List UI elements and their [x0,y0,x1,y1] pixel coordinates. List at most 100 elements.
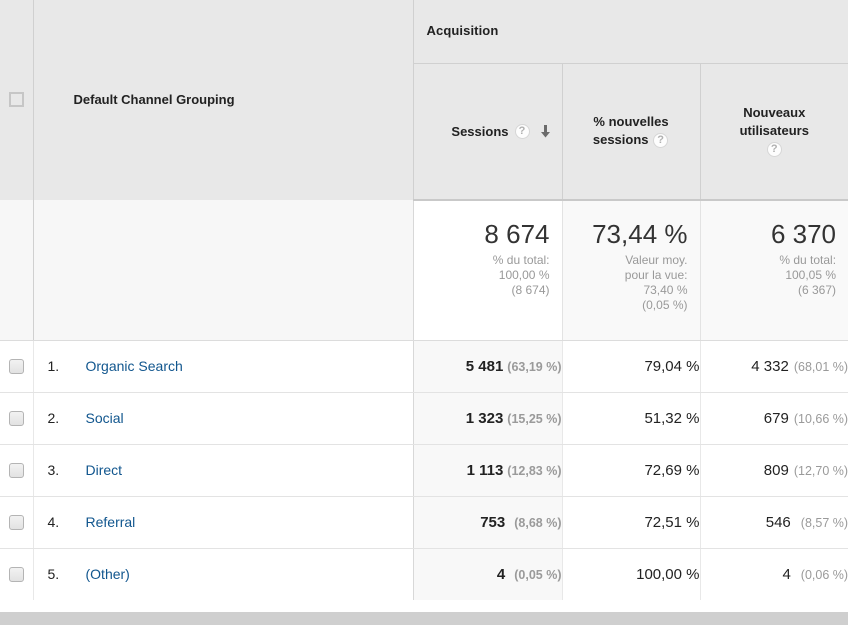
column-header-sessions-label: Sessions [451,123,509,139]
page-bottom-bar [0,612,848,625]
row-new-users-percent: (10,66 %) [793,411,848,426]
row-new-users-value: 546 [765,513,791,531]
row-new-users-value: 4 [782,565,791,583]
row-dimension-link[interactable]: Direct [86,462,123,478]
summary-new-sessions-sub2: pour la vue: [624,268,688,282]
column-header-new-users[interactable]: Nouveaux utilisateurs ? [700,63,848,201]
row-index: 1. [47,358,60,374]
row-dimension-cell: 1. Organic Search [33,340,414,393]
column-header-new-sessions-line1: % nouvelles [593,114,669,130]
summary-new-users-value: 6 370 [770,219,837,249]
channel-grouping-table: Default Channel Grouping Acquisition Ses… [0,0,848,601]
row-new-users-cell: 546 (8,57 %) [700,496,848,549]
column-header-new-users-line2: utilisateurs [739,123,809,139]
row-dimension-cell: 2. Social [33,392,414,445]
column-header-sessions[interactable]: Sessions ? [413,63,563,201]
row-sessions-value: 5 481 [465,357,504,375]
row-dimension-cell: 5. (Other) [33,548,414,601]
row-dimension-link[interactable]: Social [86,410,124,426]
row-checkbox-cell[interactable] [0,444,34,497]
checkbox-icon[interactable] [8,514,24,530]
row-new-sessions-cell: 100,00 % [562,548,701,601]
row-dimension-link[interactable]: Organic Search [86,358,183,374]
summary-new-sessions-cell: 73,44 % Valeur moy. pour la vue: 73,40 %… [562,200,701,341]
row-index: 3. [47,462,60,478]
row-checkbox-cell[interactable] [0,340,34,393]
table-group-header-row: Default Channel Grouping Acquisition [0,0,848,200]
summary-new-users-cell: 6 370 % du total: 100,05 % (6 367) [700,200,848,341]
row-sessions-cell: 5 481 (63,19 %) [413,340,563,393]
table-summary-row: 8 674 % du total: 100,00 % (8 674) 73,44… [0,200,848,341]
row-new-users-percent: (8,57 %) [800,515,848,530]
summary-new-users-sub2: 100,05 % [785,268,837,282]
summary-new-sessions-sub4: (0,05 %) [642,298,688,312]
summary-sessions-cell: 8 674 % du total: 100,00 % (8 674) [413,200,563,341]
row-checkbox-cell[interactable] [0,548,34,601]
table-row[interactable]: 5. (Other) 4 (0,05 %) 100,00 % 4 (0,06 %) [0,548,848,601]
row-new-users-cell: 4 332 (68,01 %) [700,340,848,393]
row-index: 5. [47,566,60,582]
row-sessions-cell: 1 113 (12,83 %) [413,444,563,497]
select-all-checkbox[interactable] [8,92,24,107]
row-sessions-percent: (63,19 %) [507,359,562,374]
row-sessions-value: 1 323 [465,409,504,427]
row-sessions-value: 4 [496,565,506,583]
summary-new-users-sub3: (6 367) [798,283,837,297]
column-header-new-sessions-line2: sessions [592,132,649,148]
summary-sessions-sub1: % du total: [492,253,550,267]
table-row[interactable]: 2. Social 1 323 (15,25 %) 51,32 % 679 (10,… [0,392,848,445]
row-sessions-value: 1 113 [466,461,504,479]
help-icon[interactable]: ? [766,142,782,158]
summary-new-users-sub1: % du total: [779,253,837,267]
summary-sessions-sub2: 100,00 % [498,268,550,282]
row-new-users-value: 4 332 [751,357,789,375]
page-bottom-gap [0,600,848,612]
row-sessions-percent: (0,05 %) [514,567,562,582]
row-new-users-value: 809 [763,461,789,479]
table-row[interactable]: 3. Direct 1 113 (12,83 %) 72,69 % 809 (12,… [0,444,848,497]
row-new-users-percent: (0,06 %) [800,567,848,582]
row-new-users-cell: 4 (0,06 %) [700,548,848,601]
row-new-users-percent: (12,70 %) [793,463,848,478]
column-header-new-sessions[interactable]: % nouvelles sessions ? [562,63,701,201]
summary-new-sessions-sub3: 73,40 % [643,283,688,297]
row-new-users-value: 679 [763,409,789,427]
row-dimension-link[interactable]: Referral [86,514,136,530]
summary-new-sessions-sub1: Valeur moy. [625,253,688,267]
row-sessions-percent: (8,68 %) [514,515,562,530]
checkbox-icon[interactable] [8,410,24,426]
help-icon[interactable]: ? [653,133,669,149]
row-index: 2. [47,410,60,426]
sort-descending-arrow-icon[interactable] [539,124,552,139]
column-header-new-users-line1: Nouveaux [743,105,806,121]
dimension-header-cell[interactable]: Default Channel Grouping [33,0,414,200]
row-sessions-cell: 753 (8,68 %) [413,496,563,549]
row-sessions-value: 753 [480,513,506,531]
table-row[interactable]: 4. Referral 753 (8,68 %) 72,51 % 546 (8,57… [0,496,848,549]
summary-dimension-cell [33,200,414,341]
dimension-header-label: Default Channel Grouping [73,92,235,107]
row-new-users-cell: 679 (10,66 %) [700,392,848,445]
analytics-table-page: Default Channel Grouping Acquisition Ses… [0,0,848,625]
checkbox-icon[interactable] [8,358,24,374]
row-sessions-percent: (15,25 %) [507,411,562,426]
row-new-sessions-cell: 72,69 % [562,444,701,497]
row-new-sessions-cell: 51,32 % [562,392,701,445]
select-all-cell[interactable] [0,0,34,200]
row-sessions-cell: 4 (0,05 %) [413,548,563,601]
row-new-users-cell: 809 (12,70 %) [700,444,848,497]
table-row[interactable]: 1. Organic Search 5 481 (63,19 %) 79,04 %… [0,340,848,393]
summary-checkbox-cell [0,200,34,341]
checkbox-icon[interactable] [8,566,24,582]
row-new-users-percent: (68,01 %) [793,359,848,374]
row-dimension-cell: 3. Direct [33,444,414,497]
summary-sessions-value: 8 674 [484,219,550,249]
row-new-sessions-cell: 79,04 % [562,340,701,393]
row-checkbox-cell[interactable] [0,496,34,549]
help-icon[interactable]: ? [514,123,530,139]
summary-new-sessions-value: 73,44 % [592,219,688,249]
checkbox-icon[interactable] [8,462,24,478]
row-sessions-cell: 1 323 (15,25 %) [413,392,563,445]
row-checkbox-cell[interactable] [0,392,34,445]
row-dimension-link[interactable]: (Other) [86,566,130,582]
